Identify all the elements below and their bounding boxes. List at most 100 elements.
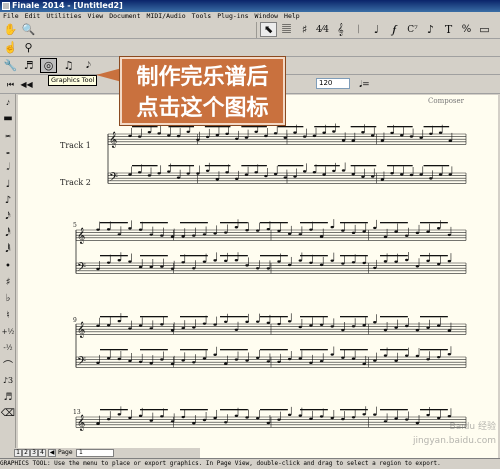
sixteenth-note-icon[interactable]: 𝅘𝅥𝅯 — [0, 209, 16, 225]
rewind-icon[interactable]: ⏮ — [2, 77, 19, 92]
mirror-tool-icon[interactable]: ♬ — [20, 58, 37, 73]
flat-icon[interactable]: ♭ — [0, 291, 16, 307]
prev-page-icon[interactable]: ◀ — [48, 449, 56, 457]
note-beam — [380, 349, 408, 351]
menu-tools[interactable]: Tools — [189, 12, 215, 21]
text-tool-icon[interactable]: T — [440, 22, 457, 37]
note-head — [277, 360, 281, 364]
note-head — [149, 233, 153, 236]
half-note-icon[interactable]: 𝅗𝅥 — [0, 160, 16, 176]
magnify-icon[interactable]: ⚲ — [20, 40, 37, 55]
note-head — [332, 169, 336, 173]
note-head — [380, 139, 385, 142]
whole-rest-icon[interactable]: ▬ — [0, 110, 16, 126]
menu-view[interactable]: View — [85, 12, 107, 21]
note-head — [415, 231, 420, 235]
half-step-up-icon[interactable]: +½ — [0, 323, 16, 339]
menu-document[interactable]: Document — [106, 12, 143, 21]
note-head — [176, 134, 181, 138]
resize-tool-icon[interactable]: % — [458, 22, 475, 37]
note-head — [319, 235, 324, 238]
page-tab-4[interactable]: 4 — [38, 449, 46, 457]
note-head — [390, 131, 394, 135]
clef-glyph: 𝄞 — [77, 415, 85, 431]
note-head — [254, 171, 258, 174]
note-head — [277, 260, 281, 263]
note-head — [351, 172, 355, 176]
tempo-icon[interactable]: 𝅘𝅥= — [356, 77, 373, 92]
tuplet-icon[interactable]: ♪3 — [0, 373, 16, 389]
menu-utilities[interactable]: Utilities — [43, 12, 84, 21]
staff-tool-icon[interactable]: 𝄚 — [278, 22, 295, 37]
note-beam — [420, 222, 448, 224]
menu-edit[interactable]: Edit — [22, 12, 44, 21]
page-tab-3[interactable]: 3 — [30, 449, 38, 457]
page-number-field[interactable]: 1 — [76, 449, 114, 457]
thirty-second-note-icon[interactable]: 𝅘𝅥𝅰 — [0, 225, 16, 241]
key-signature-icon[interactable]: ♯ — [296, 22, 313, 37]
grace-note-icon[interactable]: 𝆔 — [0, 94, 16, 110]
measure-tool-icon[interactable]: 𝄀 — [350, 22, 367, 37]
note-head — [149, 419, 153, 422]
dot-icon[interactable]: • — [0, 258, 16, 274]
note-head — [196, 172, 200, 175]
note-head — [287, 232, 292, 236]
back-icon[interactable]: ◀◀ — [18, 77, 35, 92]
note-head — [426, 259, 430, 263]
note-head — [256, 320, 260, 323]
half-step-down-icon[interactable]: -½ — [0, 340, 16, 356]
note-head — [438, 173, 443, 176]
page-tab-1[interactable]: 1 — [14, 449, 22, 457]
note-head — [362, 362, 366, 366]
wrench-icon[interactable]: 🔧 — [2, 58, 19, 73]
note-head — [234, 226, 239, 229]
page-tab-2[interactable]: 2 — [22, 449, 30, 457]
note-head — [319, 323, 324, 326]
tie-icon[interactable]: ⌒ — [0, 356, 16, 372]
note-head — [138, 265, 143, 269]
graphics-tool-icon[interactable]: ◎ — [40, 58, 57, 73]
chord-tool-icon[interactable]: C⁷ — [404, 22, 421, 37]
sixty-fourth-note-icon[interactable]: 𝅘𝅥𝅱 — [0, 242, 16, 258]
quarter-note-icon[interactable]: ♩ — [0, 176, 16, 192]
note-head — [128, 227, 132, 230]
hand-tool-icon[interactable]: ☝ — [2, 40, 19, 55]
menu-midi-audio[interactable]: MIDI/Audio — [144, 12, 189, 21]
special-tools-icon[interactable]: ♫ — [60, 58, 77, 73]
eighth-note-icon[interactable]: ♪ — [0, 192, 16, 208]
score-page[interactable]: Composer Track 1 Track 2 5 9 13 𝄞 𝄢 𝄞 𝄢 𝄞 𝄢 𝄞 — [18, 95, 498, 458]
time-signature-icon[interactable]: 4⁄4 — [314, 22, 331, 37]
menu-help[interactable]: Help — [281, 12, 303, 21]
selection-tool-icon[interactable]: ⬉ — [260, 22, 277, 37]
lyrics-tool-icon[interactable]: ♪ — [422, 22, 439, 37]
note-head — [160, 358, 164, 361]
articulation-icon[interactable]: 𝆑 — [386, 22, 403, 37]
note-head — [277, 229, 281, 233]
note-head — [149, 327, 153, 330]
note-head — [330, 225, 334, 229]
note-mover-icon[interactable]: ♩ — [368, 22, 385, 37]
menu-window[interactable]: Window — [252, 12, 281, 21]
note-head — [224, 421, 228, 424]
note-head — [186, 172, 190, 175]
note-head — [213, 353, 217, 356]
sharp-icon[interactable]: ♯ — [0, 274, 16, 290]
menu-plug-ins[interactable]: Plug-ins — [214, 12, 251, 21]
hand-grabber-icon[interactable]: ✋ — [2, 22, 19, 37]
page-layout-icon[interactable]: ▭ — [476, 22, 493, 37]
menu-file[interactable]: File — [0, 12, 22, 21]
note-beam — [420, 255, 448, 257]
breve-icon[interactable]: 𝅜 — [0, 127, 16, 143]
note-beam — [420, 409, 448, 411]
zoom-icon[interactable]: 🔍 — [20, 22, 37, 37]
note-beam — [340, 255, 368, 257]
note-head — [309, 361, 313, 365]
natural-icon[interactable]: ♮ — [0, 307, 16, 323]
clef-tool-icon[interactable]: 𝄞 — [332, 22, 349, 37]
note-head — [447, 233, 452, 237]
whole-note-icon[interactable]: 𝅝 — [0, 143, 16, 159]
eraser-icon[interactable]: ⌫ — [0, 405, 16, 421]
slur-icon[interactable]: ♬ — [0, 389, 16, 405]
speedy-entry-icon[interactable]: 𝅘𝅥𝅮 — [80, 58, 97, 73]
tempo-field[interactable]: 120 — [316, 78, 350, 89]
